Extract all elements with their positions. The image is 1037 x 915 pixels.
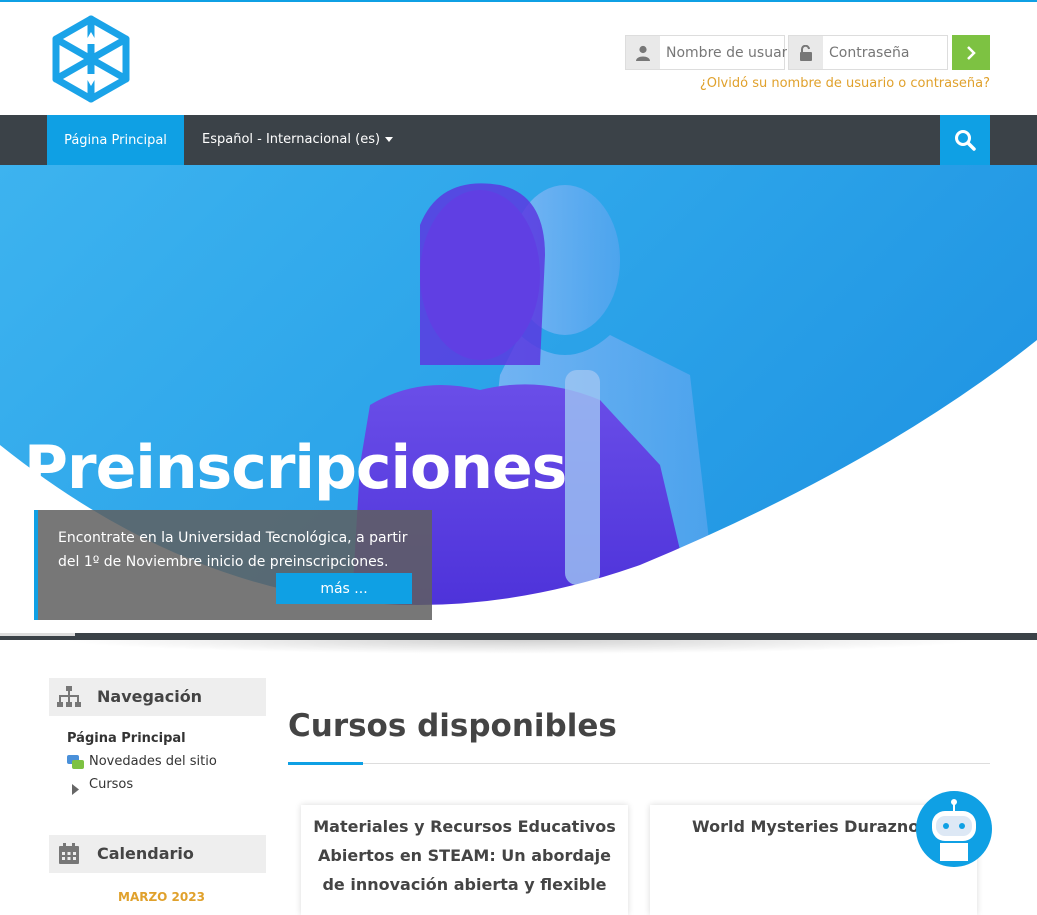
search-icon xyxy=(955,130,976,151)
sidebar-item-home[interactable]: Página Principal xyxy=(67,731,186,746)
hero-caption: Encontrate en la Universidad Tecnológica… xyxy=(34,510,432,620)
robot-icon xyxy=(932,799,976,861)
language-label: Español - Internacional (es) xyxy=(202,132,381,147)
site-header: Nombre de usuar Contraseña ¿Olvidó su no… xyxy=(0,2,1037,115)
course-card-title[interactable]: Materiales y Recursos Educativos Abierto… xyxy=(313,812,616,899)
course-card[interactable]: Materiales y Recursos Educativos Abierto… xyxy=(301,805,628,915)
username-field[interactable]: Nombre de usuar xyxy=(625,35,788,70)
navigation-block-title: Navegación xyxy=(97,687,203,706)
sitemap-icon xyxy=(57,686,81,707)
unlock-icon xyxy=(789,36,823,69)
hero-carousel: Preinscripciones Encontrate en la Univer… xyxy=(0,165,1037,635)
chevron-right-icon xyxy=(967,45,976,60)
carousel-progress-bar xyxy=(0,633,1037,640)
chatbot-button[interactable] xyxy=(916,791,992,867)
main-navbar: Página Principal Español - Internacional… xyxy=(0,115,1037,165)
password-field[interactable]: Contraseña xyxy=(788,35,948,70)
title-divider-accent xyxy=(288,762,363,765)
logo-icon xyxy=(52,15,130,103)
title-divider xyxy=(288,763,990,764)
hero-shadow xyxy=(60,640,980,654)
sidebar-item-news[interactable]: Novedades del sitio xyxy=(89,754,217,769)
calendar-month-link[interactable]: MARZO 2023 xyxy=(118,890,205,904)
caret-down-icon xyxy=(385,137,394,142)
navigation-block-header: Navegación xyxy=(49,678,266,716)
sidebar-item-courses[interactable]: Cursos xyxy=(89,777,133,792)
hero-more-button[interactable]: más ... xyxy=(276,573,412,604)
forum-icon xyxy=(67,755,85,775)
nav-home-link[interactable]: Página Principal xyxy=(47,115,184,165)
calendar-block-header: Calendario xyxy=(49,835,266,873)
hero-title: Preinscripciones xyxy=(24,433,567,503)
calendar-icon xyxy=(59,843,79,864)
carousel-indicator[interactable] xyxy=(0,633,75,636)
language-menu[interactable]: Español - Internacional (es) xyxy=(202,132,394,147)
available-courses-title: Cursos disponibles xyxy=(288,708,617,744)
password-placeholder: Contraseña xyxy=(829,45,910,61)
triangle-right-icon[interactable] xyxy=(72,780,79,799)
login-submit-button[interactable] xyxy=(952,35,990,70)
hero-text: Encontrate en la Universidad Tecnológica… xyxy=(58,530,408,570)
search-button[interactable] xyxy=(940,115,990,165)
username-placeholder: Nombre de usuar xyxy=(666,45,788,61)
user-icon xyxy=(626,36,660,69)
site-logo[interactable] xyxy=(46,14,136,104)
forgot-password-link[interactable]: ¿Olvidó su nombre de usuario o contraseñ… xyxy=(700,76,990,91)
calendar-block-title: Calendario xyxy=(97,844,194,863)
